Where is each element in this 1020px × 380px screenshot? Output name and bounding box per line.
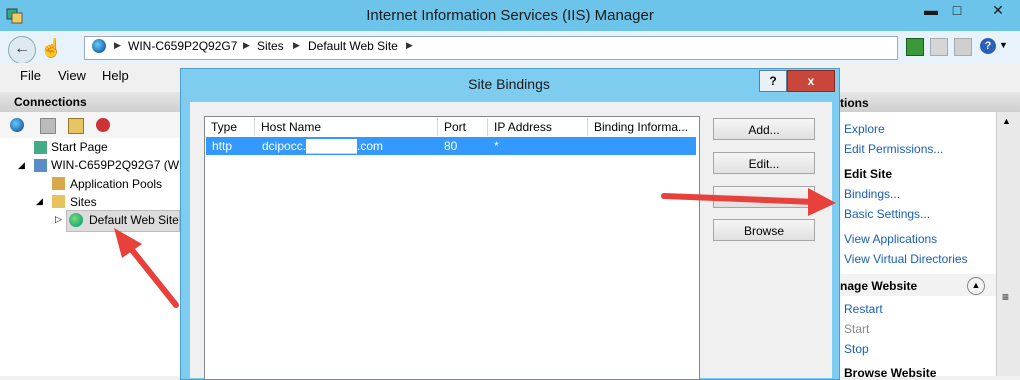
arrow-to-bindings <box>661 188 836 216</box>
arrow-to-default-web-site <box>114 228 179 308</box>
annotation-arrows <box>114 188 836 308</box>
